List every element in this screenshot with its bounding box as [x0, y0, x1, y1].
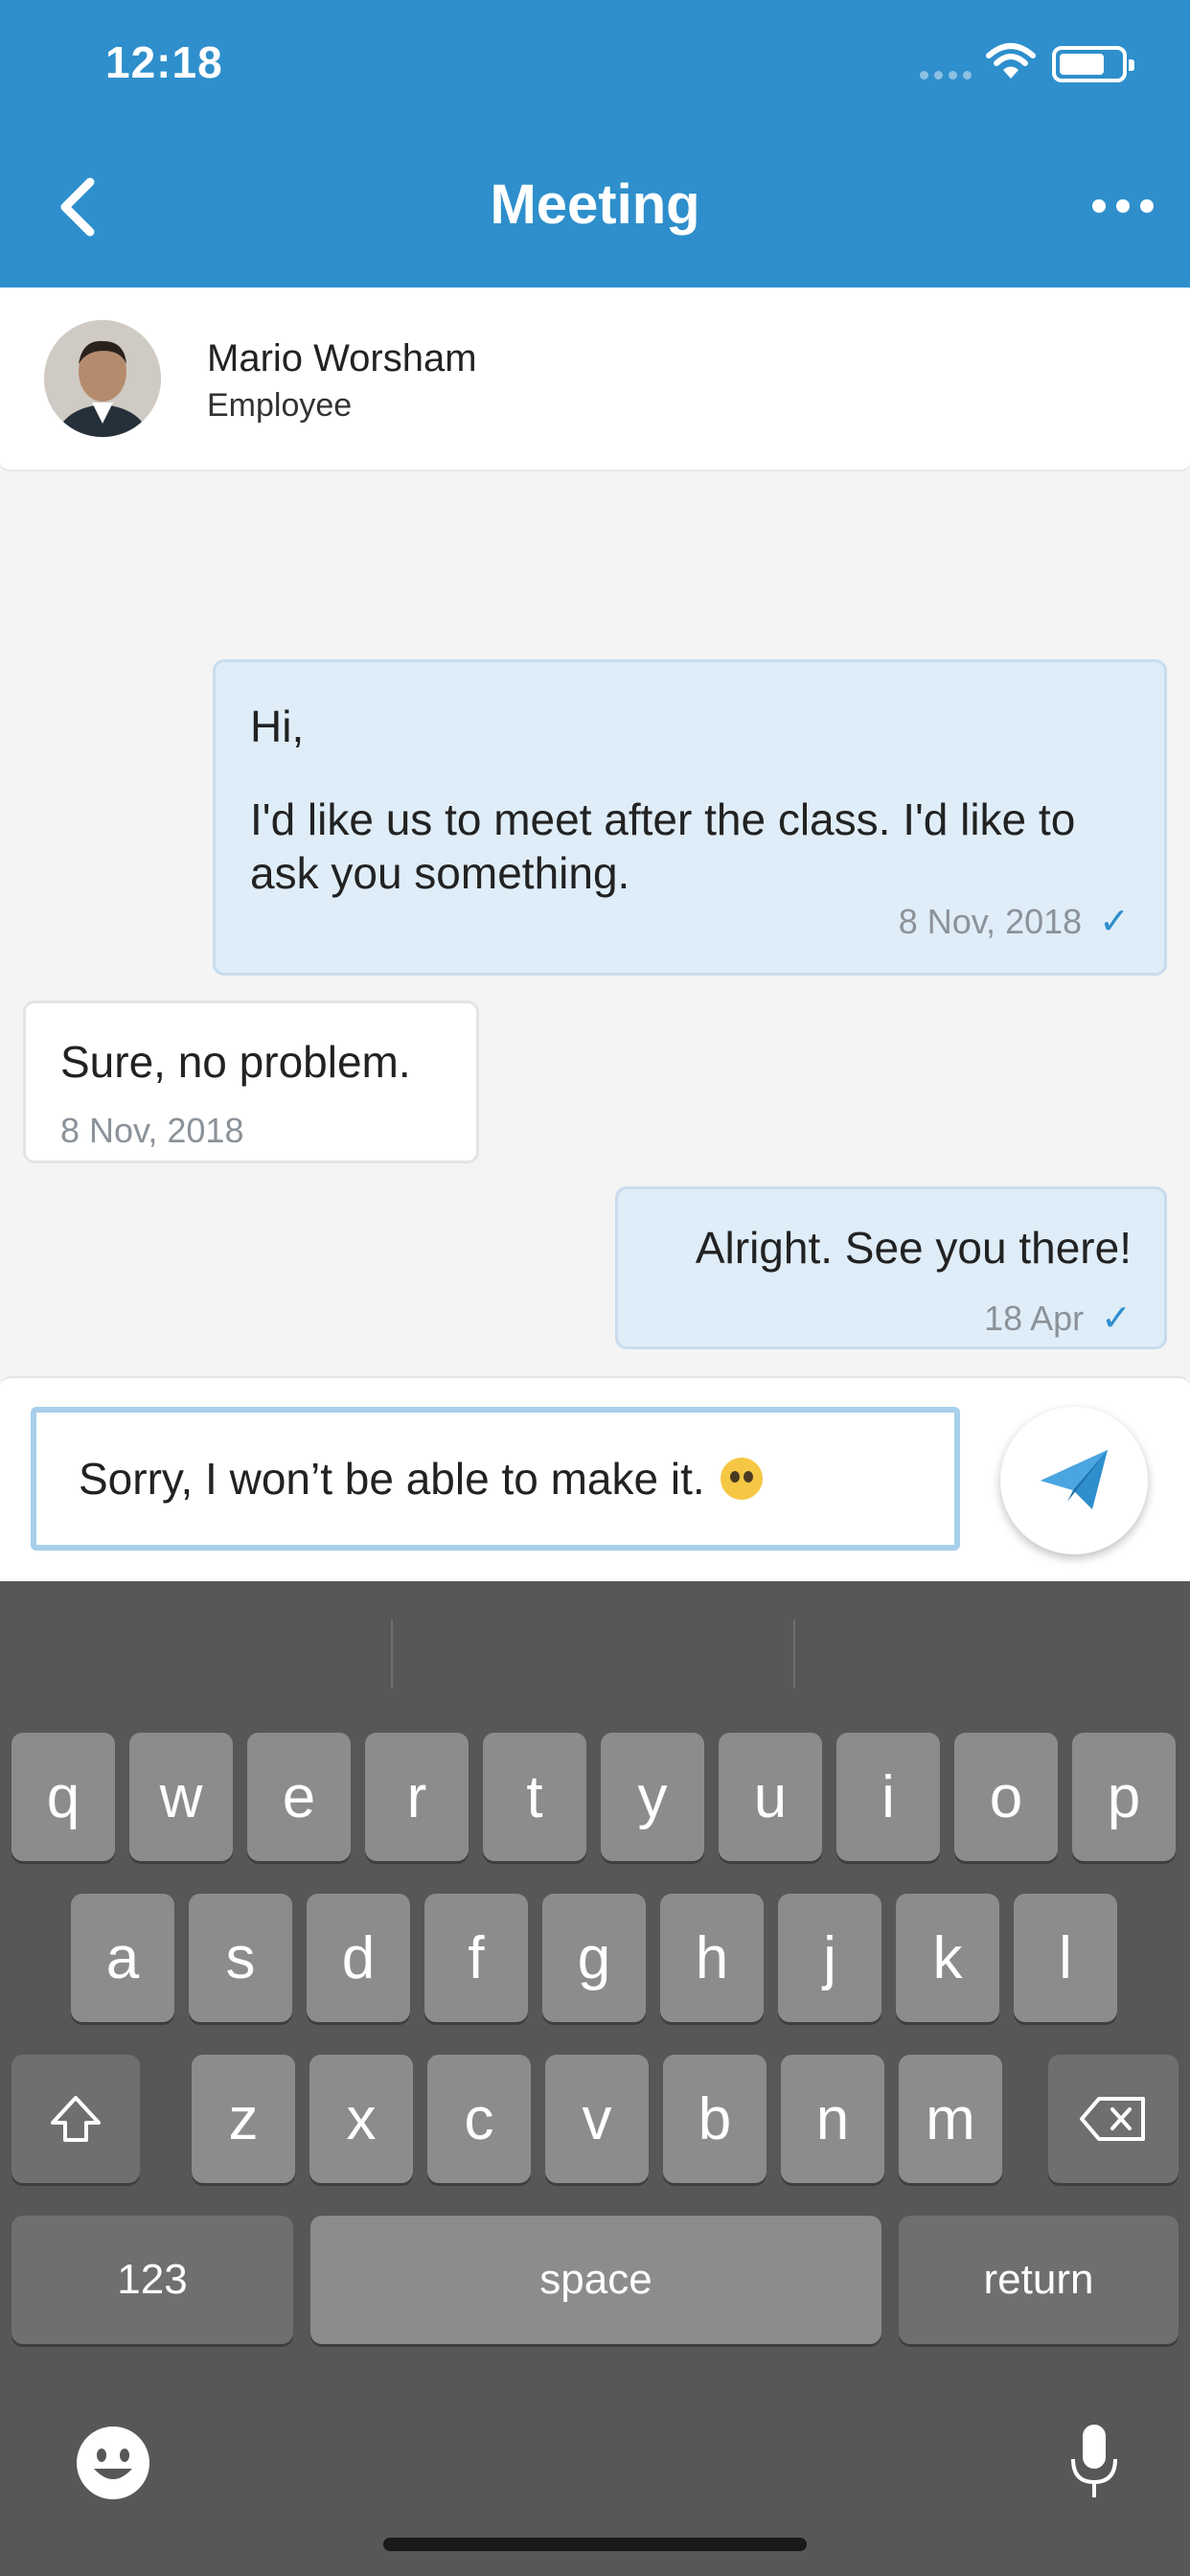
message-meta: 18 Apr ✓ [984, 1297, 1132, 1340]
message-text: I'd like us to meet after the class. I'd… [250, 794, 1076, 898]
key-y[interactable]: y [601, 1733, 704, 1861]
backspace-icon [1080, 2097, 1145, 2141]
key-t[interactable]: t [483, 1733, 586, 1861]
wifi-icon [986, 43, 1036, 79]
message-date: 8 Nov, 2018 [60, 1111, 244, 1150]
key-m[interactable]: m [899, 2055, 1002, 2183]
message-input-value: Sorry, I won’t be able to make it. [79, 1454, 705, 1504]
suggestion-divider [391, 1620, 393, 1689]
home-indicator [383, 2538, 807, 2551]
page-title: Meeting [490, 173, 700, 236]
cellular-signal-icon [920, 71, 972, 80]
numbers-key[interactable]: 123 [11, 2216, 293, 2344]
message-text: Sure, no problem. [60, 1037, 411, 1087]
message-input[interactable]: Sorry, I won’t be able to make it. [31, 1407, 960, 1551]
message-date: 18 Apr [984, 1298, 1085, 1338]
key-p[interactable]: p [1072, 1733, 1176, 1861]
contact-name: Mario Worsham [207, 337, 477, 380]
key-v[interactable]: v [545, 2055, 649, 2183]
microphone-icon[interactable] [1067, 2421, 1121, 2503]
key-a[interactable]: a [71, 1894, 174, 2022]
suggestion-divider [793, 1620, 795, 1689]
more-options-button[interactable] [1092, 192, 1154, 220]
battery-icon [1052, 46, 1134, 82]
key-l[interactable]: l [1014, 1894, 1117, 2022]
key-i[interactable]: i [836, 1733, 940, 1861]
key-b[interactable]: b [663, 2055, 767, 2183]
key-r[interactable]: r [365, 1733, 469, 1861]
message-text: Alright. See you there! [695, 1223, 1132, 1273]
status-time: 12:18 [105, 37, 223, 87]
pleading-face-emoji-icon [720, 1458, 763, 1500]
message-meta: 8 Nov, 2018 [60, 1111, 243, 1151]
app-header: 12:18 Meeting [0, 0, 1190, 288]
avatar[interactable] [44, 320, 161, 437]
key-w[interactable]: w [129, 1733, 233, 1861]
message-bubble-incoming[interactable]: Sure, no problem. 8 Nov, 2018 [23, 1000, 479, 1163]
key-o[interactable]: o [954, 1733, 1058, 1861]
paper-plane-icon [1041, 1450, 1108, 1509]
composer-bar: Sorry, I won’t be able to make it. [0, 1376, 1190, 1581]
space-key[interactable]: space [310, 2216, 881, 2344]
key-f[interactable]: f [424, 1894, 528, 2022]
key-c[interactable]: c [427, 2055, 531, 2183]
shift-icon [51, 2096, 101, 2142]
on-screen-keyboard: qwertyuiop asdfghjkl zxcvbnm 123 space r… [0, 1581, 1190, 2576]
contact-role: Employee [207, 387, 353, 424]
key-d[interactable]: d [307, 1894, 410, 2022]
backspace-key[interactable] [1048, 2055, 1179, 2183]
contact-card[interactable]: Mario Worsham Employee [0, 288, 1190, 472]
key-s[interactable]: s [189, 1894, 292, 2022]
message-meta: 8 Nov, 2018 ✓ [899, 900, 1130, 943]
key-h[interactable]: h [660, 1894, 764, 2022]
key-k[interactable]: k [896, 1894, 999, 2022]
key-n[interactable]: n [781, 2055, 884, 2183]
return-key[interactable]: return [899, 2216, 1179, 2344]
emoji-keyboard-icon[interactable] [73, 2423, 153, 2503]
message-text: Hi, [250, 702, 305, 751]
send-button[interactable] [1000, 1407, 1148, 1554]
message-bubble-outgoing[interactable]: Alright. See you there! 18 Apr ✓ [615, 1186, 1167, 1349]
key-z[interactable]: z [192, 2055, 295, 2183]
key-g[interactable]: g [542, 1894, 646, 2022]
read-check-icon: ✓ [1099, 902, 1130, 942]
key-u[interactable]: u [719, 1733, 822, 1861]
message-bubble-outgoing[interactable]: Hi, I'd like us to meet after the class.… [213, 659, 1167, 976]
key-e[interactable]: e [247, 1733, 351, 1861]
key-q[interactable]: q [11, 1733, 115, 1861]
read-check-icon: ✓ [1101, 1299, 1132, 1339]
message-date: 8 Nov, 2018 [898, 901, 1083, 941]
shift-key[interactable] [11, 2055, 140, 2183]
key-x[interactable]: x [309, 2055, 413, 2183]
key-j[interactable]: j [778, 1894, 881, 2022]
